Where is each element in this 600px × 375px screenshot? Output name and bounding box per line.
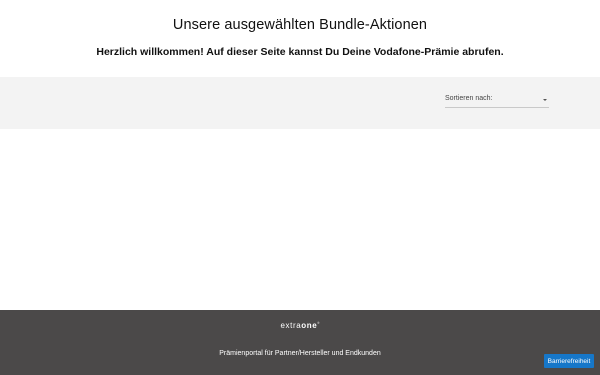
footer: extraone® Prämienportal für Partner/Hers… [0,310,600,375]
chevron-down-icon [543,99,547,101]
sort-label: Sortieren nach: [445,95,493,102]
extraone-logo[interactable]: extraone® [0,321,600,330]
page-subtitle: Herzlich willkommen! Auf dieser Seite ka… [96,46,504,58]
footer-tagline: Prämienportal für Partner/Hersteller und… [219,350,381,357]
sort-select[interactable]: Sortieren nach: [445,95,549,108]
accessibility-button[interactable]: Barrierefreiheit [544,354,594,368]
page-title: Unsere ausgewählten Bundle-Aktionen [172,17,428,33]
